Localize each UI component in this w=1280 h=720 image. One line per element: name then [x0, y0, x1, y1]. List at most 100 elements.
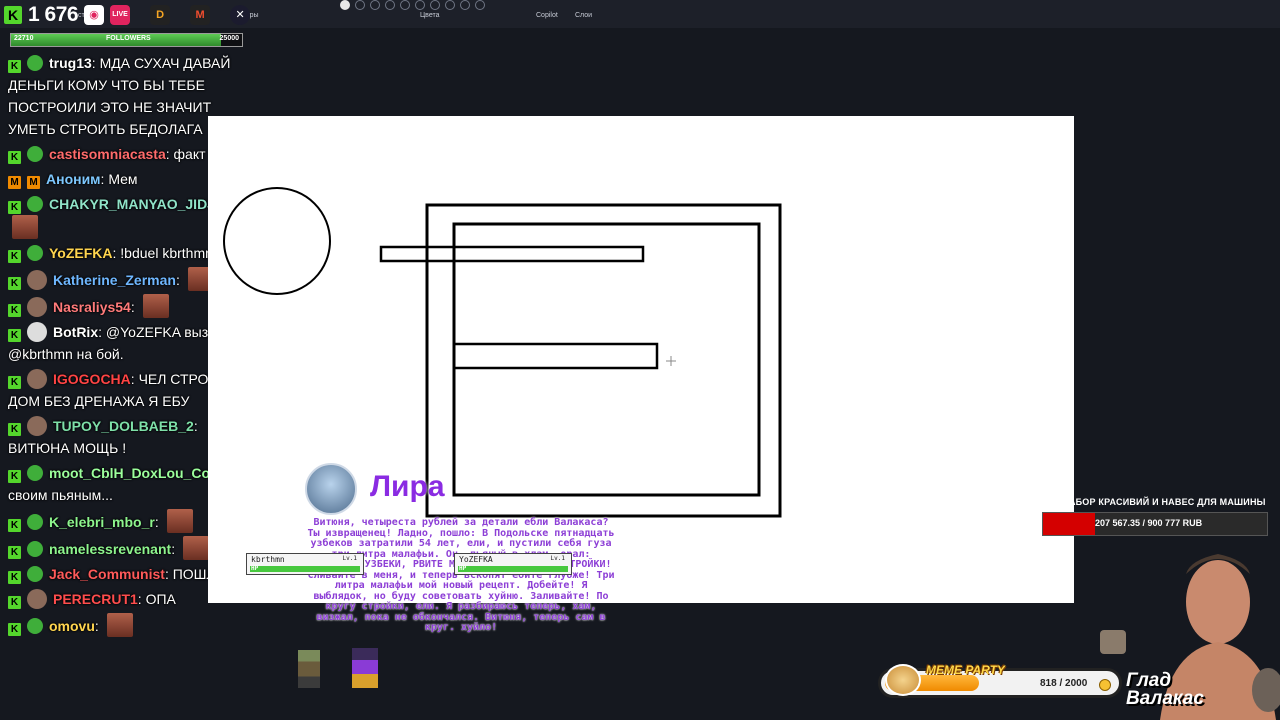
chat-emote-icon [142, 294, 169, 318]
drawn-outer-rect [425, 203, 782, 518]
chat-colon: : [98, 324, 106, 340]
lira-name: Лира [370, 470, 445, 503]
color-palette[interactable] [340, 0, 485, 10]
memealerts-badge-icon: M [8, 176, 21, 189]
chat-emote-icon [12, 215, 38, 239]
chat-colon: : [91, 55, 100, 71]
chat-text: !bduel kbrthmn [120, 245, 213, 261]
memealerts-icon: M [190, 5, 211, 25]
chat-username[interactable]: namelessrevenant [49, 541, 171, 557]
color-swatch[interactable] [475, 0, 485, 10]
duel-player2-card: YoZEFKA Lv.1 HP [454, 553, 572, 575]
bot-avatar-icon [27, 322, 47, 342]
followers-current: 22710 [14, 35, 34, 42]
kick-badge-icon: K [8, 546, 21, 559]
chat-username[interactable]: YoZEFKA [49, 245, 113, 261]
donation-goal-title: НА ЗАБОР КРАСИВИЙ И НАВЕС ДЛЯ МАШИНЫ [1047, 497, 1266, 507]
color-swatch[interactable] [430, 0, 440, 10]
duel-player1-hp-bar [250, 566, 360, 572]
chat-colon: : [193, 418, 198, 434]
chat-colon: : [154, 514, 163, 530]
streamer-name-text: Глад Валакас [1126, 670, 1204, 709]
chat-username[interactable]: castisomniacasta [49, 146, 166, 162]
lira-avatar [305, 463, 357, 515]
duel-player1-hp-fill [250, 566, 360, 572]
chat-username[interactable]: CHAKYR_MANYAO_JIDJYA [49, 196, 233, 212]
chat-username[interactable]: Аноним [46, 171, 101, 187]
duel-fighter-sprite-right [352, 648, 378, 688]
chat-username[interactable]: trug13 [49, 55, 92, 71]
chat-colon: : [171, 541, 179, 557]
subscriber-heart-icon [27, 465, 43, 481]
kick-logo-icon: K [4, 6, 22, 24]
gift-icon [1100, 630, 1126, 654]
duel-player1-hp-label: HP [251, 565, 259, 572]
subscriber-heart-icon [27, 618, 43, 634]
toolbar-colors-label[interactable]: Цвета [420, 12, 440, 19]
chat-username[interactable]: K_elebri_mbo_r [49, 514, 155, 530]
chat-username[interactable]: PERECRUT1 [53, 591, 138, 607]
subscriber-heart-icon [27, 514, 43, 530]
chat-emote-icon [106, 613, 133, 637]
chat-colon: : [175, 272, 184, 288]
drawn-bar-middle [452, 342, 659, 370]
chat-username[interactable]: TUPOY_DOLBAEB_2 [53, 418, 194, 434]
kick-badge-icon: K [8, 376, 21, 389]
subscriber-heart-icon [27, 196, 43, 212]
chat-username[interactable]: omovu [49, 618, 95, 634]
color-swatch[interactable] [400, 0, 410, 10]
chat-colon: : [130, 371, 139, 387]
meme-party-count: 818 / 2000 [1040, 678, 1088, 689]
color-swatch[interactable] [340, 0, 350, 10]
duel-player2-hp-bar [458, 566, 568, 572]
kick-badge-icon: K [8, 201, 21, 214]
duel-player1-card: kbrthmn Lv.1 HP [246, 553, 364, 575]
duel-player1-name: kbrthmn [251, 555, 285, 564]
toolbar-copilot-label[interactable]: Copilot [536, 12, 558, 19]
streamer-name: Глад Валакас [1126, 670, 1226, 709]
kick-badge-icon: K [8, 60, 21, 73]
kick-badge-icon: K [8, 304, 21, 317]
color-swatch[interactable] [355, 0, 365, 10]
color-swatch[interactable] [415, 0, 425, 10]
kick-badge-icon: K [8, 423, 21, 436]
meme-party-title: MEME PARTY [926, 663, 1005, 677]
subscriber-heart-icon [27, 541, 43, 557]
followers-goal-bar: 22710 FOLLOWERS 25000 [10, 33, 243, 47]
user-avatar-icon [27, 416, 47, 436]
color-swatch[interactable] [385, 0, 395, 10]
lira-message: Витюня, четыреста рублей за детали ебли … [307, 517, 615, 633]
subscriber-heart-icon [27, 146, 43, 162]
duel-fighter-sprite-left [298, 650, 320, 688]
chat-text: ВИТЮНА МОЩЬ ! [8, 440, 127, 456]
donation-icon: D [150, 5, 171, 25]
memealerts-badge-icon: M [27, 176, 40, 189]
duel-player1-level: Lv.1 [342, 555, 357, 562]
user-avatar-icon [27, 589, 47, 609]
kick-badge-icon: K [8, 470, 21, 483]
followers-label: FOLLOWERS [106, 35, 151, 42]
kick-badge-icon: K [8, 519, 21, 532]
chat-username[interactable]: Nasraliys54 [53, 299, 131, 315]
followers-goal: 25000 [219, 35, 239, 42]
drawn-inner-rect [452, 222, 761, 497]
toolbar-layers-label[interactable]: Слои [575, 12, 592, 19]
user-avatar-icon [27, 369, 47, 389]
chat-message: Komovu: [8, 613, 258, 637]
chat-username[interactable]: Katherine_Zerman [53, 272, 176, 288]
chat-username[interactable]: BotRix [53, 324, 98, 340]
duel-player2-hp-fill [458, 566, 568, 572]
donation-goal-fill [1043, 513, 1095, 535]
duel-player2-name: YoZEFKA [459, 555, 493, 564]
coin-icon [1099, 679, 1111, 691]
color-swatch[interactable] [445, 0, 455, 10]
color-swatch[interactable] [370, 0, 380, 10]
chat-username[interactable]: Jack_Communist [49, 566, 165, 582]
kick-badge-icon: K [8, 596, 21, 609]
chat-colon: : [165, 146, 174, 162]
color-swatch[interactable] [460, 0, 470, 10]
chat-text: ОПА [145, 591, 176, 607]
chat-username[interactable]: IGOGOCHA [53, 371, 131, 387]
doge-icon [885, 664, 921, 696]
kick-badge-icon: K [8, 277, 21, 290]
